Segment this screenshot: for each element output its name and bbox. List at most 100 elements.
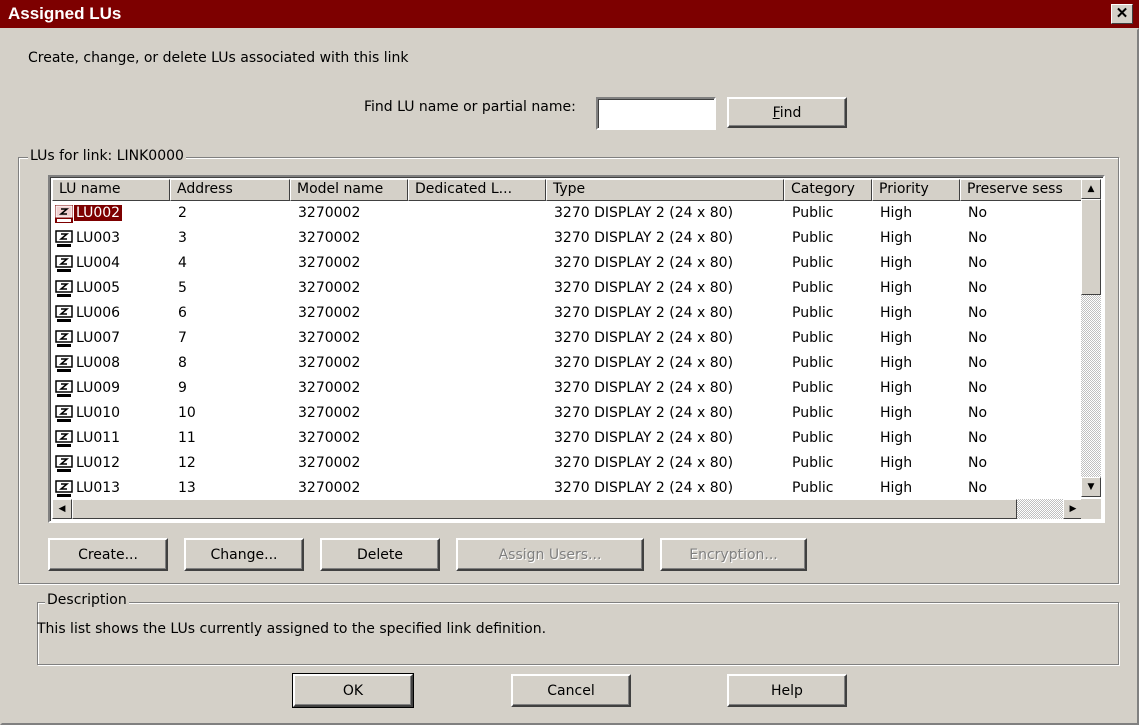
column-header-priority[interactable]: Priority: [872, 179, 960, 201]
horizontal-scroll-thumb[interactable]: [72, 499, 1017, 519]
cell-preserve: No: [968, 480, 988, 496]
column-header-lu-name[interactable]: LU name: [52, 179, 170, 201]
cell-address: 2: [178, 205, 187, 221]
cell-address: 11: [178, 430, 196, 446]
cell-preserve: No: [968, 380, 988, 396]
cell-model: 3270002: [298, 355, 361, 371]
scroll-up-arrow-icon[interactable]: ▲: [1081, 179, 1101, 199]
cell-category: Public: [792, 280, 834, 296]
change-button[interactable]: Change...: [184, 538, 304, 571]
column-header-address[interactable]: Address: [170, 179, 290, 201]
scroll-corner: [1081, 499, 1101, 519]
display-terminal-icon: [55, 255, 73, 272]
cell-type: 3270 DISPLAY 2 (24 x 80): [554, 380, 734, 396]
cell-priority: High: [880, 455, 913, 471]
cell-category: Public: [792, 480, 834, 496]
cell-model: 3270002: [298, 255, 361, 271]
cell-lu: LU007: [76, 330, 121, 346]
title-bar: Assigned LUs ✕: [0, 0, 1139, 28]
cell-address: 7: [178, 330, 187, 346]
cell-category: Public: [792, 230, 834, 246]
cell-preserve: No: [968, 455, 988, 471]
ok-button[interactable]: OK: [292, 673, 414, 708]
cell-lu: LU011: [76, 430, 121, 446]
column-header-model-name[interactable]: Model name: [290, 179, 408, 201]
encryption-button[interactable]: Encryption...: [660, 538, 807, 571]
cell-priority: High: [880, 230, 913, 246]
table-row[interactable]: LU004 4 3270002 3270 DISPLAY 2 (24 x 80) Pub…: [52, 253, 1083, 278]
table-row[interactable]: LU005 5 3270002 3270 DISPLAY 2 (24 x 80) Pub…: [52, 278, 1083, 303]
table-row[interactable]: LU012 12 3270002 3270 DISPLAY 2 (24 x 80) Pu…: [52, 453, 1083, 478]
lus-group-label: LUs for link: LINK0000: [28, 148, 186, 164]
create-button[interactable]: Create...: [48, 538, 168, 571]
intro-text: Create, change, or delete LUs associated…: [28, 50, 409, 66]
table-row[interactable]: LU006 6 3270002 3270 DISPLAY 2 (24 x 80) Pub…: [52, 303, 1083, 328]
cell-priority: High: [880, 355, 913, 371]
cell-address: 4: [178, 255, 187, 271]
column-header-preserve-session[interactable]: Preserve sess: [960, 179, 1083, 201]
cell-lu: LU005: [76, 280, 121, 296]
delete-button[interactable]: Delete: [320, 538, 440, 571]
cell-category: Public: [792, 330, 834, 346]
cell-address: 10: [178, 405, 196, 421]
cell-category: Public: [792, 205, 834, 221]
cell-priority: High: [880, 255, 913, 271]
cell-type: 3270 DISPLAY 2 (24 x 80): [554, 455, 734, 471]
cell-preserve: No: [968, 205, 988, 221]
description-text: This list shows the LUs currently assign…: [37, 621, 547, 637]
cancel-button[interactable]: Cancel: [511, 674, 631, 707]
cell-preserve: No: [968, 330, 988, 346]
cell-type: 3270 DISPLAY 2 (24 x 80): [554, 280, 734, 296]
help-button[interactable]: Help: [727, 674, 847, 707]
lu-list-view[interactable]: LU name Address Model name Dedicated L..…: [48, 175, 1105, 523]
cell-address: 3: [178, 230, 187, 246]
display-terminal-icon: [55, 430, 73, 447]
column-header-category[interactable]: Category: [784, 179, 872, 201]
table-row[interactable]: LU008 8 3270002 3270 DISPLAY 2 (24 x 80) Pub…: [52, 353, 1083, 378]
scroll-right-arrow-icon[interactable]: ▶: [1063, 499, 1083, 519]
cell-type: 3270 DISPLAY 2 (24 x 80): [554, 305, 734, 321]
table-row[interactable]: LU010 10 3270002 3270 DISPLAY 2 (24 x 80) Pu…: [52, 403, 1083, 428]
assign-users-button[interactable]: Assign Users...: [456, 538, 644, 571]
cell-address: 6: [178, 305, 187, 321]
find-input[interactable]: [596, 97, 716, 130]
column-header-dedicated[interactable]: Dedicated L...: [408, 179, 546, 201]
table-row[interactable]: LU002 2 3270002 3270 DISPLAY 2 (24 x 80) Pub…: [52, 203, 1083, 228]
scroll-left-arrow-icon[interactable]: ◀: [52, 499, 72, 519]
cell-lu: LU004: [76, 255, 121, 271]
cell-category: Public: [792, 255, 834, 271]
cell-type: 3270 DISPLAY 2 (24 x 80): [554, 255, 734, 271]
display-terminal-icon: [55, 330, 73, 347]
table-row[interactable]: LU011 11 3270002 3270 DISPLAY 2 (24 x 80) Pu…: [52, 428, 1083, 453]
lu-rows: LU002 2 3270002 3270 DISPLAY 2 (24 x 80) Pub…: [52, 203, 1083, 503]
cell-model: 3270002: [298, 230, 361, 246]
cell-lu: LU002: [74, 205, 123, 221]
cell-lu: LU013: [76, 480, 121, 496]
cell-type: 3270 DISPLAY 2 (24 x 80): [554, 355, 734, 371]
cell-type: 3270 DISPLAY 2 (24 x 80): [554, 430, 734, 446]
table-row[interactable]: LU009 9 3270002 3270 DISPLAY 2 (24 x 80) Pub…: [52, 378, 1083, 403]
cell-category: Public: [792, 305, 834, 321]
cell-category: Public: [792, 455, 834, 471]
display-terminal-icon: [55, 230, 73, 247]
cell-address: 12: [178, 455, 196, 471]
table-row[interactable]: LU007 7 3270002 3270 DISPLAY 2 (24 x 80) Pub…: [52, 328, 1083, 353]
cell-priority: High: [880, 380, 913, 396]
find-button[interactable]: Find: [727, 97, 847, 128]
cell-category: Public: [792, 430, 834, 446]
cell-model: 3270002: [298, 480, 361, 496]
display-terminal-icon: [55, 380, 73, 397]
cell-type: 3270 DISPLAY 2 (24 x 80): [554, 405, 734, 421]
table-row[interactable]: LU003 3 3270002 3270 DISPLAY 2 (24 x 80) Pub…: [52, 228, 1083, 253]
cell-category: Public: [792, 380, 834, 396]
horizontal-scrollbar[interactable]: ◀ ▶: [52, 499, 1083, 519]
cell-model: 3270002: [298, 330, 361, 346]
display-terminal-icon: [55, 355, 73, 372]
vertical-scroll-thumb[interactable]: [1081, 199, 1101, 295]
display-terminal-icon: [55, 205, 73, 223]
cell-lu: LU003: [76, 230, 121, 246]
scroll-down-arrow-icon[interactable]: ▼: [1081, 477, 1101, 497]
column-header-type[interactable]: Type: [546, 179, 784, 201]
close-button[interactable]: ✕: [1111, 4, 1133, 24]
vertical-scrollbar[interactable]: ▲ ▼: [1081, 179, 1101, 497]
